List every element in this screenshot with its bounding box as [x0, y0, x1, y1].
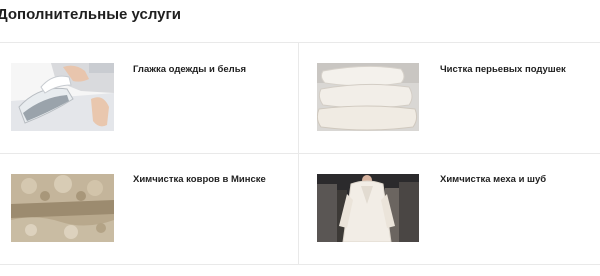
section-title: Дополнительные услуги	[0, 6, 181, 23]
service-title[interactable]: Чистка перьевых подушек	[440, 63, 566, 76]
service-title[interactable]: Химчистка меха и шуб	[440, 173, 546, 186]
service-title[interactable]: Глажка одежды и белья	[133, 63, 246, 76]
fur-coat-image[interactable]	[317, 174, 419, 242]
additional-services-page: Дополнительные услуги Глажка одежды и бе…	[0, 0, 600, 276]
service-title[interactable]: Химчистка ковров в Минске	[133, 173, 266, 186]
ironing-image[interactable]	[11, 63, 114, 131]
service-card-ironing[interactable]: Глажка одежды и белья	[0, 43, 299, 154]
service-card-pillows[interactable]: Чистка перьевых подушек	[299, 43, 600, 154]
pillows-image[interactable]	[317, 63, 419, 131]
services-grid: Глажка одежды и белья Чистка перьевых по…	[0, 42, 600, 265]
service-card-fur[interactable]: Химчистка меха и шуб	[299, 154, 600, 265]
carpet-image[interactable]	[11, 174, 114, 242]
service-card-carpets[interactable]: Химчистка ковров в Минске	[0, 154, 299, 265]
